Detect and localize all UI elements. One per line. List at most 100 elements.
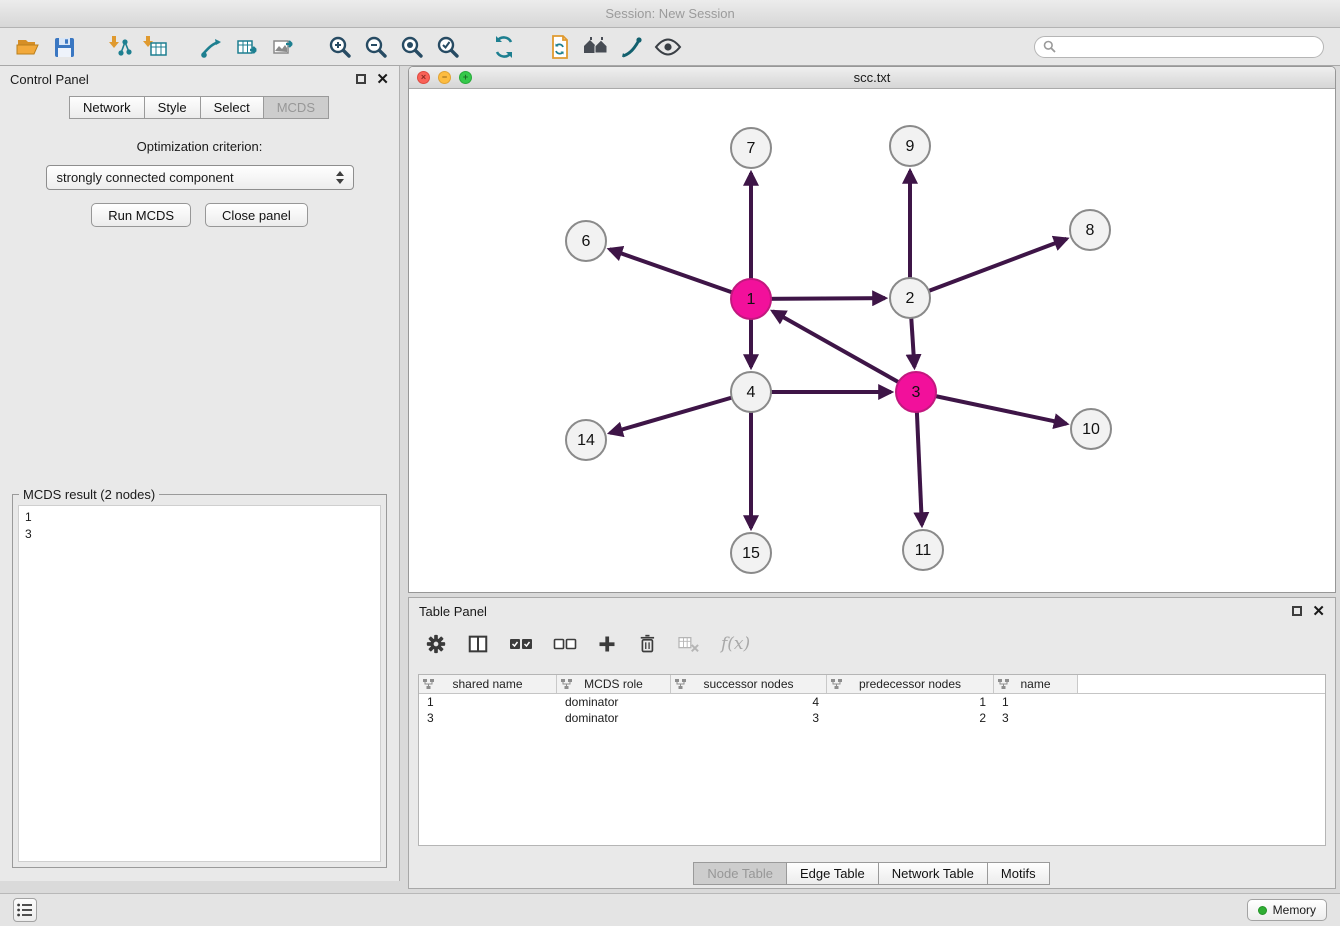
export-network-icon — [199, 34, 225, 60]
window-title: Session: New Session — [605, 6, 734, 21]
graph-node-14[interactable]: 14 — [566, 420, 606, 460]
network-window-titlebar[interactable]: × − + scc.txt — [409, 67, 1335, 89]
document-refresh-button[interactable] — [542, 32, 578, 62]
svg-text:2: 2 — [906, 290, 915, 307]
style-button[interactable] — [614, 32, 650, 62]
zoom-fit-button[interactable] — [394, 32, 430, 62]
network-graph[interactable]: 7 9 6 8 1 2 4 3 14 10 15 11 — [409, 89, 1335, 592]
svg-text:10: 10 — [1082, 421, 1100, 438]
close-panel-button[interactable]: Close panel — [205, 203, 308, 227]
export-table-button[interactable] — [230, 32, 266, 62]
graph-node-2[interactable]: 2 — [890, 278, 930, 318]
float-panel-icon[interactable] — [356, 74, 366, 84]
table-tab-network-table[interactable]: Network Table — [878, 862, 988, 885]
column-sort-icon — [423, 679, 434, 690]
show-hide-button[interactable] — [650, 32, 686, 62]
float-table-panel-icon[interactable] — [1292, 606, 1302, 616]
table-panel-title: Table Panel — [419, 604, 487, 619]
cell-shared-name: 1 — [419, 694, 557, 710]
memory-button-label: Memory — [1273, 903, 1316, 917]
close-panel-icon[interactable]: ✕ — [376, 72, 389, 87]
control-tab-network[interactable]: Network — [69, 96, 145, 119]
svg-text:8: 8 — [1086, 222, 1095, 239]
table-panel: Table Panel ✕ f(x) shared nameMCDS rol — [408, 597, 1336, 889]
control-panel: Control Panel ✕ NetworkStyleSelectMCDS O… — [0, 66, 400, 881]
window-titlebar: Session: New Session — [0, 0, 1340, 28]
edge-4-14[interactable] — [610, 392, 751, 433]
search-input[interactable] — [1061, 39, 1315, 54]
close-window-icon[interactable]: × — [417, 71, 430, 84]
column-header-predecessor-nodes[interactable]: predecessor nodes — [827, 675, 994, 693]
cell-successor-nodes: 4 — [671, 694, 827, 710]
save-session-button[interactable] — [46, 32, 82, 62]
mcds-result-list[interactable]: 13 — [18, 505, 381, 862]
home-button[interactable] — [578, 32, 614, 62]
delete-table-icon — [677, 634, 701, 654]
delete-column-button[interactable] — [637, 633, 657, 655]
graph-node-4[interactable]: 4 — [731, 372, 771, 412]
refresh-view-button[interactable] — [486, 32, 522, 62]
edge-2-8[interactable] — [910, 239, 1067, 298]
select-all-columns-button[interactable] — [509, 633, 533, 655]
show-columns-button[interactable] — [467, 633, 489, 655]
folder-open-icon — [15, 34, 41, 60]
zoom-in-button[interactable] — [322, 32, 358, 62]
columns-icon — [467, 633, 489, 655]
cell-shared-name: 3 — [419, 710, 557, 726]
panel-menu-button[interactable] — [13, 898, 37, 922]
import-network-button[interactable] — [102, 32, 138, 62]
criterion-select[interactable]: strongly connected component — [46, 165, 354, 190]
import-table-button[interactable] — [138, 32, 174, 62]
edge-3-1[interactable] — [773, 311, 916, 392]
search-icon — [1043, 40, 1056, 53]
unchecked-boxes-icon — [553, 633, 577, 655]
cell-name: 3 — [994, 710, 1078, 726]
table-row[interactable]: 3dominator323 — [419, 710, 1325, 726]
edge-3-10[interactable] — [916, 392, 1067, 424]
control-tab-style[interactable]: Style — [144, 96, 201, 119]
zoom-selected-button[interactable] — [430, 32, 466, 62]
svg-text:14: 14 — [577, 432, 595, 449]
graph-node-7[interactable]: 7 — [731, 128, 771, 168]
zoom-out-button[interactable] — [358, 32, 394, 62]
control-tab-select[interactable]: Select — [200, 96, 264, 119]
table-tab-node-table[interactable]: Node Table — [693, 862, 787, 885]
column-header-shared-name[interactable]: shared name — [419, 675, 557, 693]
graph-node-11[interactable]: 11 — [903, 530, 943, 570]
deselect-all-columns-button[interactable] — [553, 633, 577, 655]
column-header-mcds-role[interactable]: MCDS role — [557, 675, 671, 693]
minimize-window-icon[interactable]: − — [438, 71, 451, 84]
graph-node-6[interactable]: 6 — [566, 221, 606, 261]
table-tab-edge-table[interactable]: Edge Table — [786, 862, 879, 885]
table-settings-button[interactable] — [425, 633, 447, 655]
graph-node-3[interactable]: 3 — [896, 372, 936, 412]
create-column-button[interactable] — [597, 634, 617, 654]
delete-table-button[interactable] — [677, 634, 701, 654]
column-header-name[interactable]: name — [994, 675, 1078, 693]
graph-node-9[interactable]: 9 — [890, 126, 930, 166]
gear-icon — [425, 633, 447, 655]
table-row[interactable]: 1dominator411 — [419, 694, 1325, 710]
open-session-button[interactable] — [10, 32, 46, 62]
maximize-window-icon[interactable]: + — [459, 71, 472, 84]
function-builder-button[interactable]: f(x) — [721, 634, 750, 654]
search-box[interactable] — [1034, 36, 1324, 58]
control-tab-mcds[interactable]: MCDS — [263, 96, 329, 119]
zoom-fit-icon — [399, 34, 425, 60]
export-image-button[interactable] — [266, 32, 302, 62]
svg-text:6: 6 — [582, 233, 591, 250]
edge-1-6[interactable] — [610, 249, 751, 299]
graph-node-1[interactable]: 1 — [731, 279, 771, 319]
run-mcds-button[interactable]: Run MCDS — [91, 203, 191, 227]
network-canvas[interactable]: 7 9 6 8 1 2 4 3 14 10 15 11 — [409, 89, 1335, 592]
close-table-panel-icon[interactable]: ✕ — [1312, 604, 1325, 619]
column-header-successor-nodes[interactable]: successor nodes — [671, 675, 827, 693]
graph-node-10[interactable]: 10 — [1071, 409, 1111, 449]
graph-node-15[interactable]: 15 — [731, 533, 771, 573]
export-network-button[interactable] — [194, 32, 230, 62]
memory-button[interactable]: Memory — [1247, 899, 1327, 921]
table-tab-motifs[interactable]: Motifs — [987, 862, 1050, 885]
table-header-row: shared nameMCDS rolesuccessor nodesprede… — [419, 675, 1325, 694]
column-sort-icon — [998, 679, 1009, 690]
graph-node-8[interactable]: 8 — [1070, 210, 1110, 250]
